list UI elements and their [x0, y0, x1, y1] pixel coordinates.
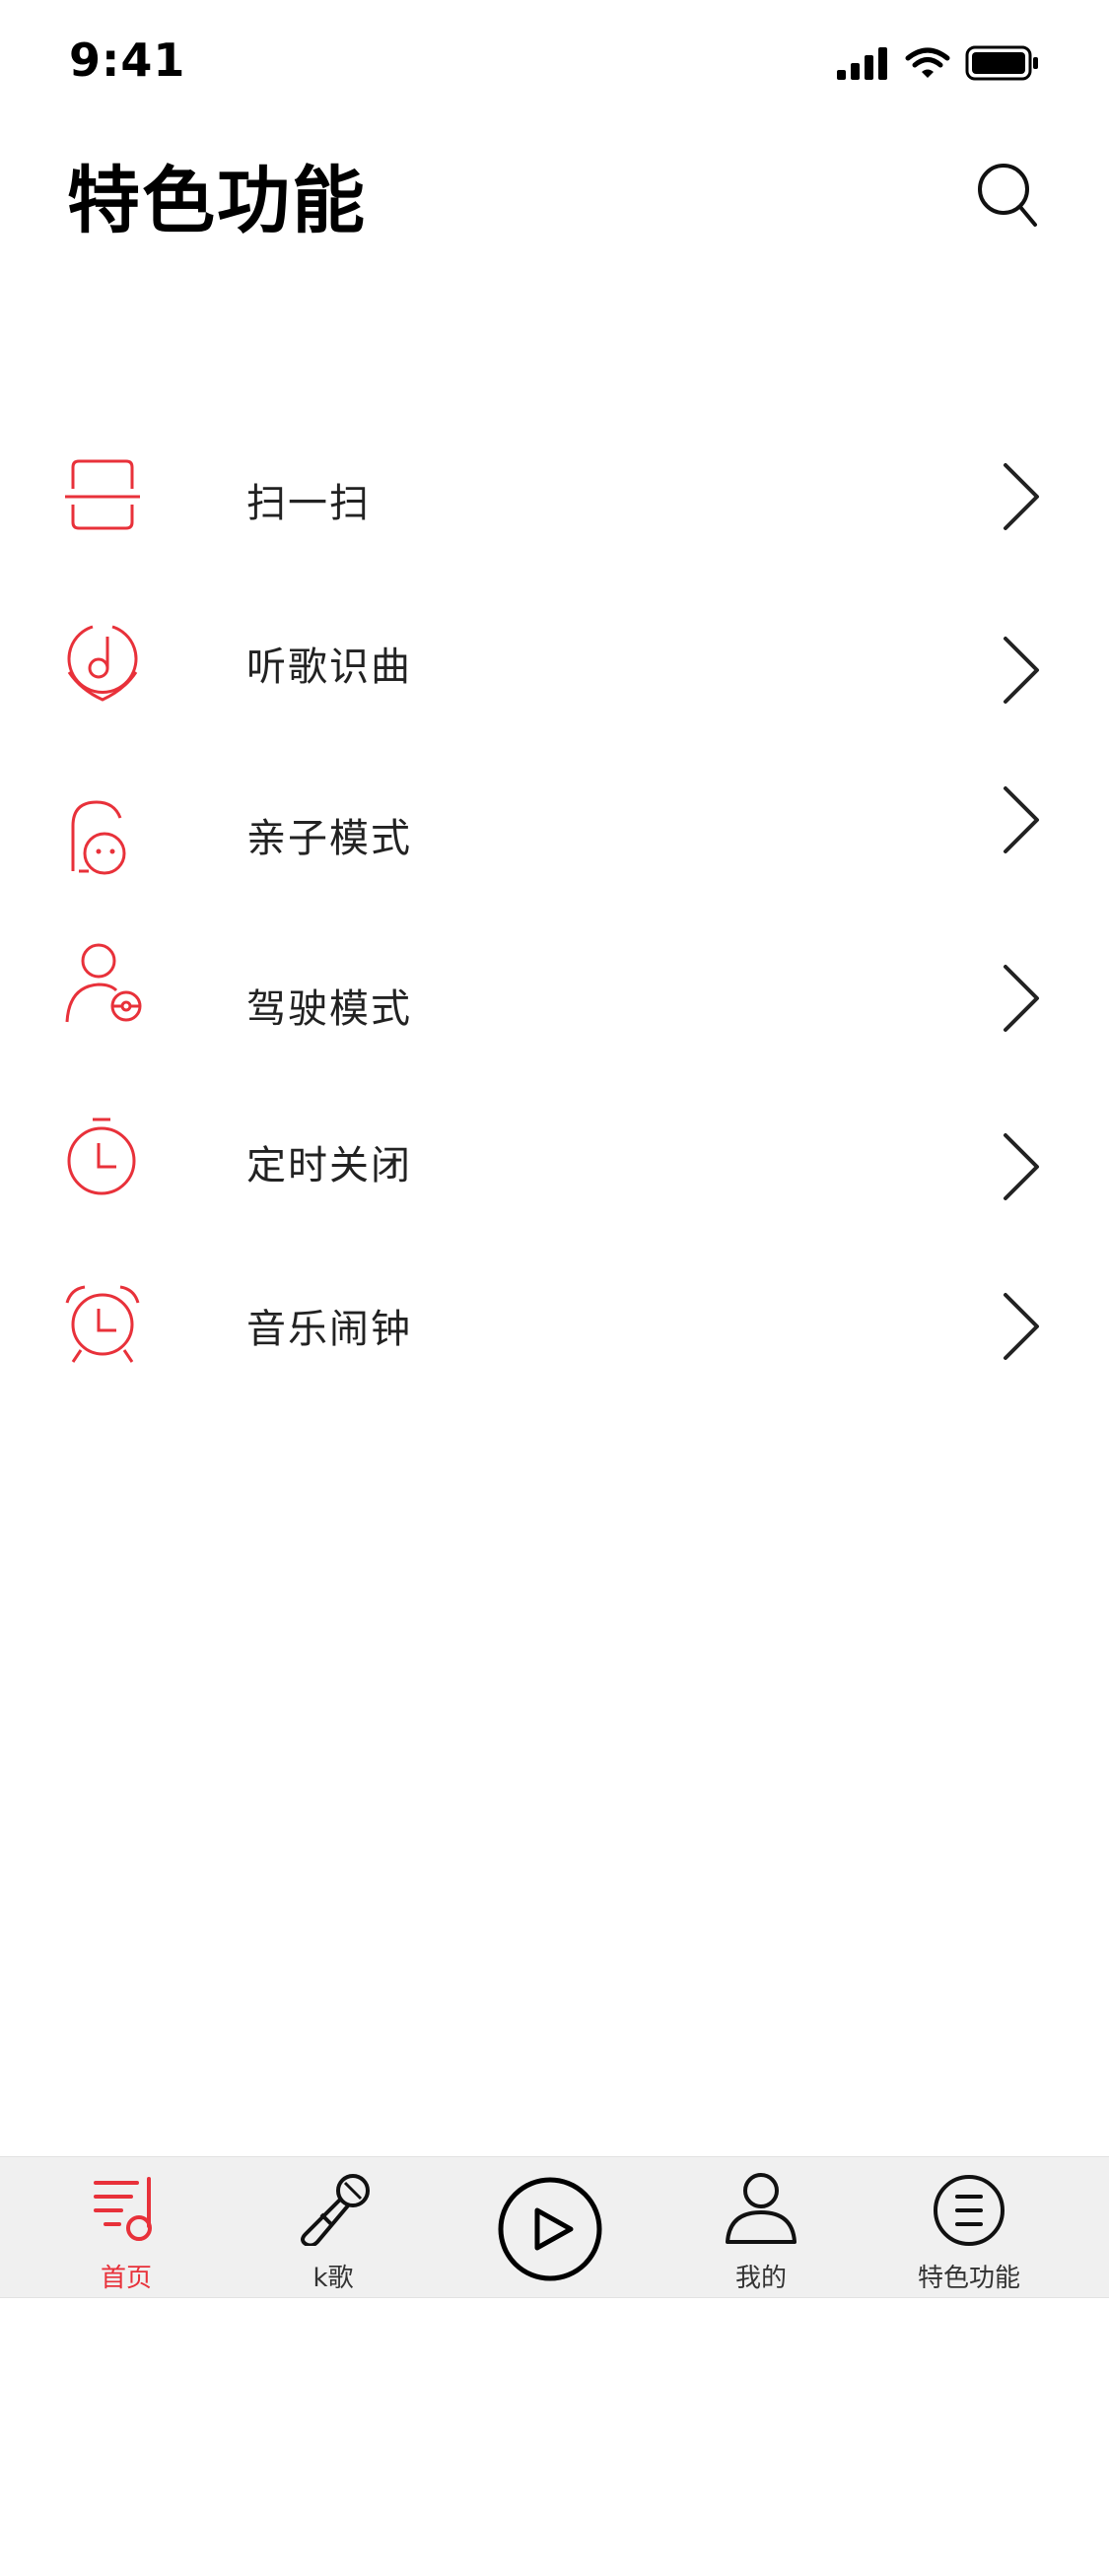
- child-mode-icon: [71, 800, 126, 875]
- chevron-right-icon: [1004, 965, 1039, 1032]
- user-icon: [726, 2173, 797, 2244]
- menu-label: 音乐闹钟: [246, 1307, 412, 1352]
- tab-bar: 首页 k歌 我的 特色功能: [0, 2156, 1109, 2298]
- menu-label: 扫一扫: [246, 481, 371, 526]
- chevron-right-icon: [1004, 1133, 1039, 1200]
- menu-item-music-recognition[interactable]: 听歌识曲: [0, 591, 1109, 739]
- chevron-right-icon: [1004, 637, 1039, 704]
- menu-item-alarm[interactable]: 音乐闹钟: [0, 1271, 1109, 1419]
- wifi-icon: [905, 47, 950, 78]
- status-bar: 9:41: [0, 0, 1109, 130]
- tab-label: 首页: [100, 2264, 152, 2293]
- battery-icon: [965, 45, 1038, 81]
- page-title: 特色功能: [67, 159, 367, 243]
- menu-circle-icon: [934, 2175, 1005, 2246]
- cellular-signal-icon: [837, 47, 887, 80]
- search-icon: [978, 164, 1037, 227]
- tab-play[interactable]: [493, 2157, 607, 2299]
- menu-label: 听歌识曲: [246, 644, 412, 690]
- menu-label: 驾驶模式: [246, 986, 412, 1032]
- driving-mode-icon: [65, 943, 142, 1023]
- status-icons: [835, 45, 1040, 81]
- alarm-clock-icon: [65, 1285, 140, 1363]
- menu-item-child-mode[interactable]: 亲子模式: [0, 759, 1109, 907]
- tab-features[interactable]: 特色功能: [905, 2157, 1033, 2299]
- tab-label: 特色功能: [917, 2264, 1020, 2293]
- tab-label: 我的: [734, 2264, 787, 2293]
- search-button[interactable]: [974, 158, 1043, 237]
- tab-label: k歌: [312, 2264, 354, 2293]
- music-recognition-icon: [67, 625, 138, 702]
- menu-label: 定时关闭: [246, 1143, 412, 1188]
- menu-item-timer[interactable]: 定时关闭: [0, 1104, 1109, 1252]
- menu-label: 亲子模式: [246, 816, 412, 861]
- play-icon: [498, 2177, 602, 2281]
- header: 特色功能: [0, 130, 1109, 258]
- chevron-right-icon: [1004, 463, 1039, 530]
- microphone-icon: [301, 2174, 370, 2246]
- chevron-right-icon: [1004, 1293, 1039, 1360]
- timer-icon: [67, 1118, 136, 1195]
- chevron-right-icon: [1004, 786, 1039, 853]
- menu-item-driving-mode[interactable]: 驾驶模式: [0, 931, 1109, 1079]
- status-time: 9:41: [69, 34, 186, 87]
- tab-karaoke[interactable]: k歌: [274, 2157, 392, 2299]
- menu-item-scan[interactable]: 扫一扫: [0, 424, 1109, 572]
- tab-home[interactable]: 首页: [67, 2157, 185, 2299]
- music-list-icon: [94, 2177, 152, 2241]
- scan-icon: [65, 459, 140, 530]
- tab-mine[interactable]: 我的: [702, 2157, 820, 2299]
